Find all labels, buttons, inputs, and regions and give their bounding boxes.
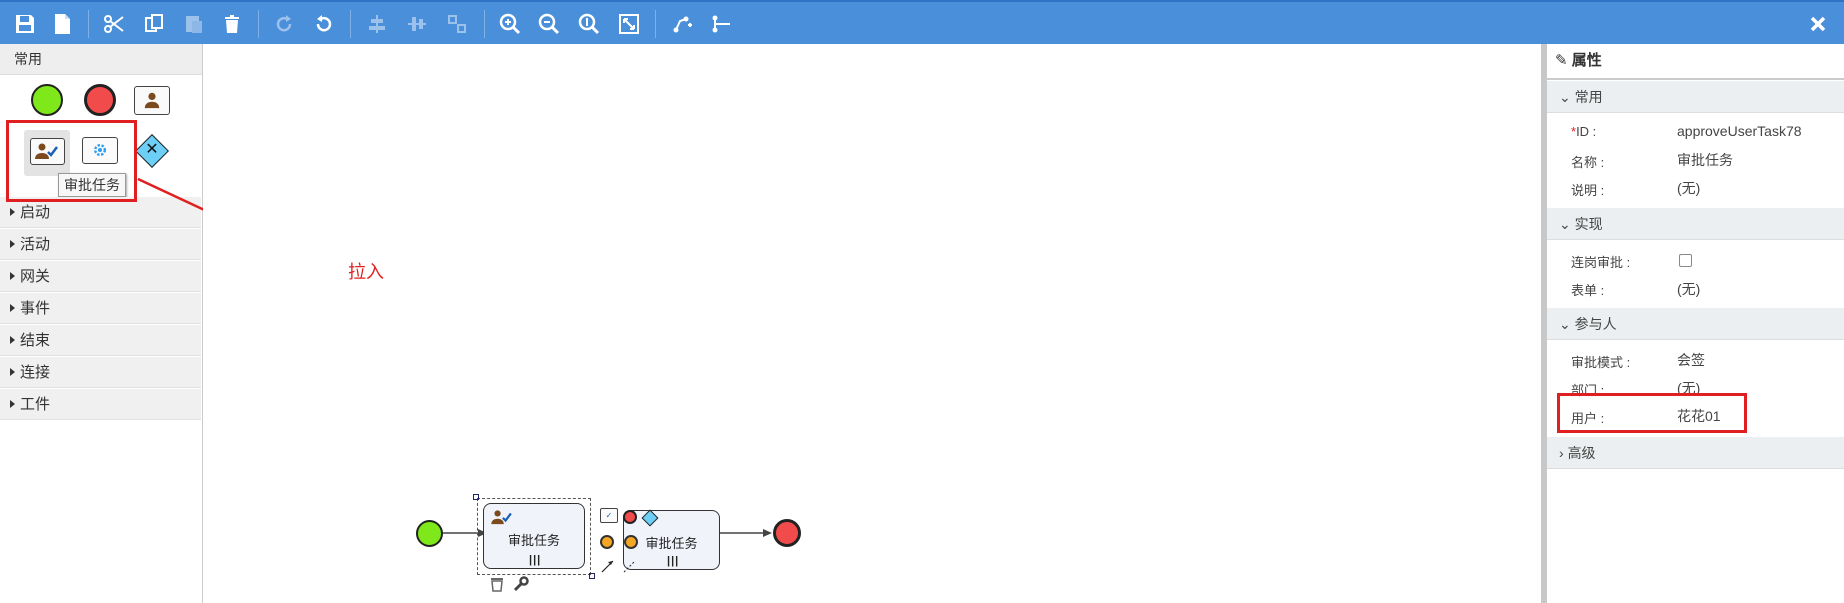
- section-common[interactable]: ⌄ 常用: [1547, 81, 1844, 113]
- context-user-task-icon[interactable]: ✓: [600, 508, 618, 523]
- section-label: 常用: [1574, 89, 1603, 105]
- category-label: 连接: [20, 364, 51, 381]
- align-horizontal-icon[interactable]: [363, 10, 391, 38]
- cut-icon[interactable]: [100, 10, 128, 38]
- collapse-arrow-icon: [10, 208, 15, 216]
- highlight-box-user: [1557, 393, 1747, 433]
- id-label: *ID :: [1571, 124, 1596, 139]
- context-association-icon[interactable]: [623, 559, 637, 573]
- palette-header: 常用: [0, 44, 202, 75]
- trash-icon[interactable]: [490, 576, 504, 592]
- form-value[interactable]: (无): [1677, 279, 1700, 299]
- desc-value[interactable]: (无): [1677, 178, 1700, 198]
- section-label: 高级: [1567, 445, 1596, 461]
- task-label: 审批任务: [645, 536, 698, 551]
- multi-instance-icon: |||: [529, 554, 542, 566]
- category-label: 工件: [20, 396, 51, 413]
- name-value[interactable]: 审批任务: [1677, 150, 1733, 170]
- context-timer-event-icon[interactable]: [624, 535, 638, 549]
- properties-title: 属性: [1571, 52, 1602, 69]
- approval-mode-label: 审批模式 :: [1571, 355, 1631, 370]
- new-file-icon[interactable]: [48, 10, 76, 38]
- bend-add-icon[interactable]: [668, 10, 696, 38]
- canvas-end-event[interactable]: [773, 519, 801, 547]
- category-end[interactable]: 结束: [0, 325, 201, 356]
- section-label: 实现: [1574, 216, 1603, 232]
- chevron-right-icon: ›: [1559, 445, 1564, 461]
- consecutive-approval-checkbox[interactable]: [1679, 254, 1692, 267]
- section-advanced[interactable]: › 高级: [1547, 437, 1844, 469]
- category-label: 网关: [20, 268, 51, 285]
- name-label: 名称 :: [1571, 155, 1605, 170]
- align-vertical-icon[interactable]: [403, 10, 431, 38]
- end-event-shape[interactable]: [84, 84, 116, 116]
- fit-icon[interactable]: [615, 10, 643, 38]
- category-label: 事件: [20, 300, 51, 317]
- category-event[interactable]: 事件: [0, 293, 201, 324]
- zoom-out-icon[interactable]: [535, 10, 563, 38]
- approve-user-icon: [491, 510, 512, 525]
- category-artifact[interactable]: 工件: [0, 389, 201, 420]
- category-label: 启动: [20, 204, 51, 221]
- resize-handle[interactable]: [473, 494, 479, 500]
- paste-icon[interactable]: [180, 10, 208, 38]
- collapse-arrow-icon: [10, 304, 15, 312]
- approval-mode-value[interactable]: 会签: [1677, 350, 1705, 370]
- consecutive-approval-label: 连岗审批 :: [1571, 255, 1631, 270]
- section-implementation[interactable]: ⌄ 实现: [1547, 208, 1844, 240]
- context-intermediate-event-icon[interactable]: [600, 535, 614, 549]
- user-icon: [144, 92, 160, 109]
- canvas-task-1[interactable]: 审批任务 |||: [483, 503, 585, 569]
- toolbar: [0, 0, 1844, 44]
- pencil-icon: ✎: [1555, 52, 1568, 69]
- collapse-arrow-icon: [10, 240, 15, 248]
- id-value[interactable]: approveUserTask78: [1677, 123, 1802, 139]
- collapse-arrow-icon: [10, 368, 15, 376]
- bend-remove-icon[interactable]: [707, 10, 735, 38]
- flow-task-to-end: [720, 529, 772, 537]
- copy-icon[interactable]: [140, 10, 168, 38]
- undo-icon[interactable]: [310, 10, 338, 38]
- exclusive-gateway-x-icon: ✕: [145, 141, 159, 158]
- context-end-event-icon[interactable]: [623, 510, 637, 524]
- user-task-shape[interactable]: [134, 86, 170, 115]
- desc-label: 说明 :: [1571, 183, 1605, 198]
- save-icon[interactable]: [11, 10, 39, 38]
- category-connection[interactable]: 连接: [0, 357, 201, 388]
- category-label: 活动: [20, 236, 51, 253]
- diagram-canvas[interactable]: 拉入 审批任务 ||| 审批任务 ||| ✓: [203, 44, 1541, 603]
- canvas-start-event[interactable]: [416, 520, 443, 547]
- context-connect-icon[interactable]: [601, 559, 615, 573]
- properties-header: ✎ 属性: [1547, 44, 1844, 80]
- same-size-icon[interactable]: [443, 10, 471, 38]
- chevron-down-icon: ⌄: [1559, 89, 1571, 105]
- chevron-down-icon: ⌄: [1559, 216, 1571, 232]
- highlight-box-palette: [6, 120, 137, 202]
- zoom-in-icon[interactable]: [496, 10, 524, 38]
- task-label: 审批任务: [507, 533, 560, 548]
- section-participants[interactable]: ⌄ 参与人: [1547, 308, 1844, 340]
- properties-panel: ✎ 属性 ⌄ 常用 *ID : approveUserTask78 名称 : 审…: [1547, 44, 1844, 603]
- field-label: ID :: [1576, 124, 1597, 139]
- category-label: 结束: [20, 332, 51, 349]
- delete-icon[interactable]: [218, 10, 246, 38]
- close-icon[interactable]: [1804, 10, 1832, 38]
- redo-icon[interactable]: [270, 10, 298, 38]
- zoom-actual-icon[interactable]: [575, 10, 603, 38]
- collapse-arrow-icon: [10, 400, 15, 408]
- multi-instance-icon: |||: [667, 555, 680, 567]
- wrench-icon[interactable]: [513, 576, 529, 592]
- collapse-arrow-icon: [10, 336, 15, 344]
- collapse-arrow-icon: [10, 272, 15, 280]
- form-label: 表单 :: [1571, 283, 1605, 298]
- resize-handle[interactable]: [589, 573, 595, 579]
- chevron-down-icon: ⌄: [1559, 316, 1571, 332]
- drag-hint-label: 拉入: [348, 262, 384, 282]
- section-label: 参与人: [1574, 316, 1617, 332]
- start-event-shape[interactable]: [31, 84, 63, 116]
